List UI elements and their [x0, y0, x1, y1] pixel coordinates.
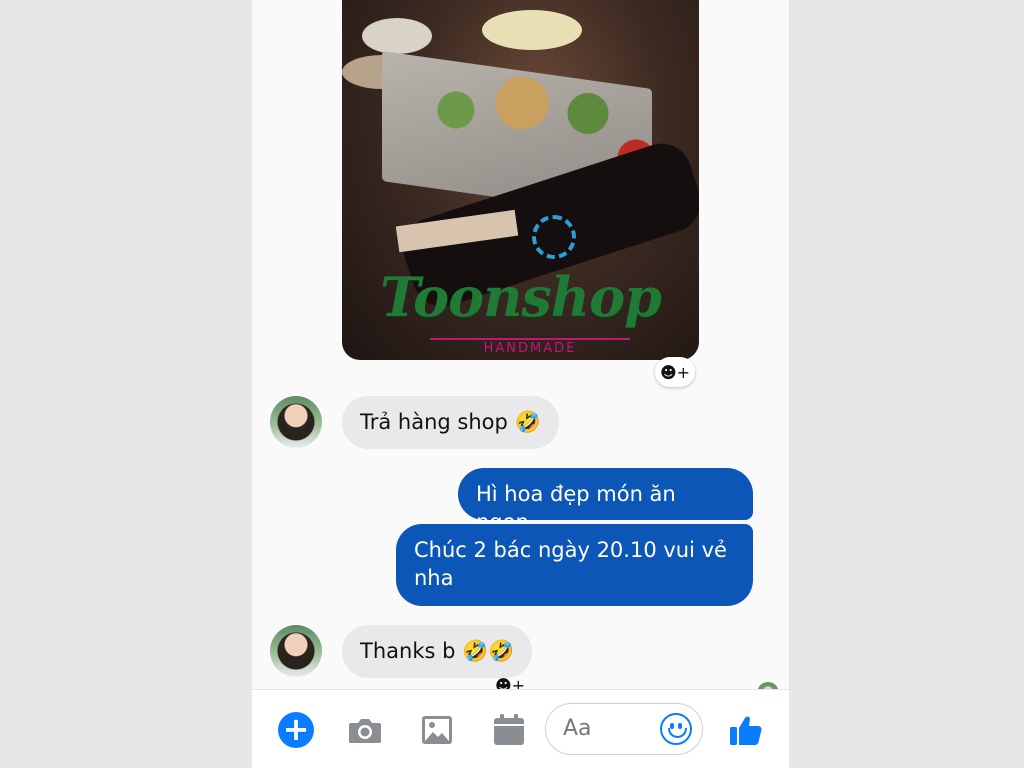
message-input-placeholder: Aa [563, 716, 592, 741]
like-button[interactable] [728, 712, 764, 748]
camera-button[interactable] [347, 712, 383, 748]
message-text: Trả hàng shop 🤣 [360, 410, 541, 434]
outgoing-message[interactable]: Hì hoa đẹp món ăn ngon [458, 468, 753, 534]
logo-sunburst-icon [532, 215, 576, 259]
add-reaction-button[interactable]: ☻+ [655, 357, 695, 387]
incoming-message[interactable]: Thanks b 🤣🤣 [342, 625, 533, 678]
calendar-button[interactable] [491, 712, 527, 748]
camera-icon [349, 719, 381, 743]
photo-food [412, 75, 632, 145]
image-icon [422, 716, 452, 744]
watermark-logo: Toonshop [380, 265, 662, 329]
incoming-message[interactable]: Trả hàng shop 🤣 [342, 396, 559, 449]
photo-bowl [482, 10, 582, 50]
message-composer: + Aa [252, 689, 789, 768]
sender-avatar[interactable] [270, 396, 322, 448]
shared-photo[interactable]: Toonshop HANDMADE [342, 0, 699, 360]
gallery-button[interactable] [419, 712, 455, 748]
photo-bowl [362, 18, 432, 54]
message-text: Chúc 2 bác ngày 20.10 vui vẻ nha [414, 538, 727, 590]
add-reaction-icon: ☻+ [659, 362, 691, 382]
plus-icon: + [278, 712, 314, 748]
message-input[interactable]: Aa [545, 703, 703, 755]
calendar-icon [494, 714, 524, 745]
sender-avatar[interactable] [270, 625, 322, 677]
chat-screen: Toonshop HANDMADE ☻+ Trả hàng shop 🤣 Hì … [252, 0, 789, 768]
more-actions-button[interactable]: + [278, 712, 314, 748]
watermark-subtext: HANDMADE [430, 338, 630, 356]
message-text: Thanks b 🤣🤣 [360, 639, 515, 663]
outgoing-message[interactable]: Chúc 2 bác ngày 20.10 vui vẻ nha [396, 524, 753, 606]
emoji-icon[interactable] [660, 713, 692, 745]
thumbs-up-icon [730, 716, 762, 745]
